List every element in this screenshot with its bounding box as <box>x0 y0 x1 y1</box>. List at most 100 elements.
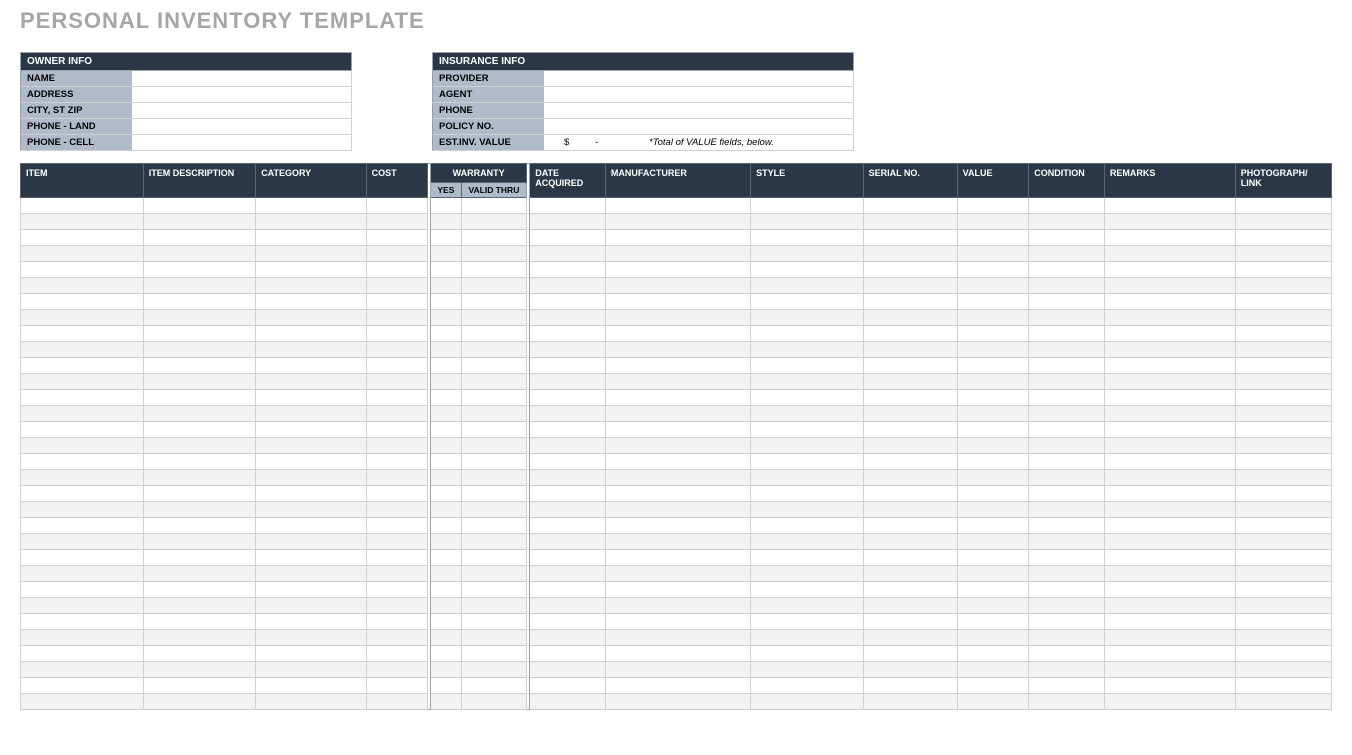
table-cell[interactable] <box>1235 342 1331 358</box>
table-cell[interactable] <box>431 566 462 582</box>
table-cell[interactable] <box>1029 294 1105 310</box>
table-cell[interactable] <box>530 582 606 598</box>
table-cell[interactable] <box>605 214 750 230</box>
table-cell[interactable] <box>751 614 863 630</box>
table-cell[interactable] <box>143 486 255 502</box>
table-cell[interactable] <box>366 678 427 694</box>
table-cell[interactable] <box>21 406 144 422</box>
table-cell[interactable] <box>256 390 366 406</box>
table-cell[interactable] <box>530 358 606 374</box>
table-cell[interactable] <box>256 454 366 470</box>
table-cell[interactable] <box>1104 326 1235 342</box>
table-cell[interactable] <box>366 646 427 662</box>
table-cell[interactable] <box>1235 310 1331 326</box>
table-cell[interactable] <box>863 262 957 278</box>
table-cell[interactable] <box>461 470 526 486</box>
table-cell[interactable] <box>21 310 144 326</box>
table-cell[interactable] <box>1104 662 1235 678</box>
table-cell[interactable] <box>751 294 863 310</box>
table-cell[interactable] <box>863 246 957 262</box>
table-cell[interactable] <box>1235 358 1331 374</box>
table-cell[interactable] <box>1235 566 1331 582</box>
table-cell[interactable] <box>366 326 427 342</box>
table-cell[interactable] <box>1029 454 1105 470</box>
table-cell[interactable] <box>1029 326 1105 342</box>
table-cell[interactable] <box>431 358 462 374</box>
table-cell[interactable] <box>1235 646 1331 662</box>
table-cell[interactable] <box>143 246 255 262</box>
table-cell[interactable] <box>1235 246 1331 262</box>
table-cell[interactable] <box>1104 278 1235 294</box>
table-cell[interactable] <box>1104 694 1235 710</box>
table-cell[interactable] <box>256 694 366 710</box>
table-cell[interactable] <box>256 518 366 534</box>
table-cell[interactable] <box>1029 566 1105 582</box>
table-cell[interactable] <box>863 534 957 550</box>
table-cell[interactable] <box>143 630 255 646</box>
table-cell[interactable] <box>530 550 606 566</box>
table-cell[interactable] <box>1029 438 1105 454</box>
table-cell[interactable] <box>751 454 863 470</box>
table-cell[interactable] <box>863 566 957 582</box>
table-cell[interactable] <box>366 534 427 550</box>
table-cell[interactable] <box>21 374 144 390</box>
table-cell[interactable] <box>605 534 750 550</box>
table-cell[interactable] <box>1029 582 1105 598</box>
table-cell[interactable] <box>863 582 957 598</box>
table-cell[interactable] <box>605 230 750 246</box>
table-cell[interactable] <box>21 422 144 438</box>
table-cell[interactable] <box>366 294 427 310</box>
table-cell[interactable] <box>1029 662 1105 678</box>
table-cell[interactable] <box>143 262 255 278</box>
table-cell[interactable] <box>431 470 462 486</box>
table-cell[interactable] <box>1235 454 1331 470</box>
table-cell[interactable] <box>21 662 144 678</box>
table-cell[interactable] <box>605 358 750 374</box>
table-cell[interactable] <box>461 310 526 326</box>
table-cell[interactable] <box>21 646 144 662</box>
table-cell[interactable] <box>366 454 427 470</box>
table-cell[interactable] <box>1235 294 1331 310</box>
table-cell[interactable] <box>957 566 1029 582</box>
table-cell[interactable] <box>751 230 863 246</box>
table-cell[interactable] <box>143 678 255 694</box>
table-cell[interactable] <box>1104 374 1235 390</box>
table-cell[interactable] <box>530 470 606 486</box>
table-cell[interactable] <box>143 214 255 230</box>
table-cell[interactable] <box>863 342 957 358</box>
insurance-info-value[interactable] <box>544 103 854 119</box>
table-cell[interactable] <box>256 678 366 694</box>
table-cell[interactable] <box>1029 230 1105 246</box>
table-cell[interactable] <box>605 294 750 310</box>
table-cell[interactable] <box>530 342 606 358</box>
table-cell[interactable] <box>1029 262 1105 278</box>
table-cell[interactable] <box>751 694 863 710</box>
table-cell[interactable] <box>143 374 255 390</box>
table-cell[interactable] <box>21 678 144 694</box>
table-cell[interactable] <box>751 646 863 662</box>
table-cell[interactable] <box>605 374 750 390</box>
table-cell[interactable] <box>143 278 255 294</box>
table-cell[interactable] <box>751 198 863 214</box>
table-cell[interactable] <box>530 454 606 470</box>
table-cell[interactable] <box>431 598 462 614</box>
table-cell[interactable] <box>751 246 863 262</box>
table-cell[interactable] <box>957 614 1029 630</box>
table-cell[interactable] <box>431 694 462 710</box>
table-cell[interactable] <box>605 694 750 710</box>
table-cell[interactable] <box>530 598 606 614</box>
table-cell[interactable] <box>1029 614 1105 630</box>
table-cell[interactable] <box>863 678 957 694</box>
table-cell[interactable] <box>143 342 255 358</box>
table-cell[interactable] <box>21 534 144 550</box>
table-cell[interactable] <box>530 278 606 294</box>
table-cell[interactable] <box>256 278 366 294</box>
table-cell[interactable] <box>1029 422 1105 438</box>
table-cell[interactable] <box>957 662 1029 678</box>
table-cell[interactable] <box>461 454 526 470</box>
table-cell[interactable] <box>530 614 606 630</box>
table-cell[interactable] <box>1235 198 1331 214</box>
table-cell[interactable] <box>366 198 427 214</box>
table-cell[interactable] <box>143 502 255 518</box>
owner-info-value[interactable] <box>132 87 352 103</box>
